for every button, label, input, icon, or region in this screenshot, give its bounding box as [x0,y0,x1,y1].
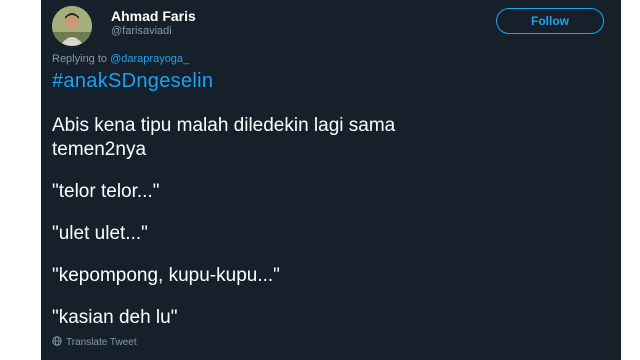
reply-mention-link[interactable]: @daraprayoga_ [110,53,189,65]
translate-label: Translate Tweet [66,337,137,348]
replying-prefix: Replying to [52,53,108,65]
translate-tweet-link[interactable]: Translate Tweet [52,336,137,349]
tweet-text-line: "telor telor..." [52,181,160,202]
tweet-text-line: "ulet ulet..." [52,223,148,244]
globe-icon [52,336,62,349]
hashtag-link[interactable]: #anakSDngeselin [52,70,213,93]
tweet-text-line: temen2nya [52,139,147,160]
avatar[interactable] [52,6,92,46]
tweet-card: Ahmad Faris @farisaviadi Follow Replying… [41,0,621,360]
follow-button[interactable]: Follow [496,8,604,34]
author-name[interactable]: Ahmad Faris [111,8,196,24]
replying-to: Replying to @daraprayoga_ [52,53,189,65]
author-handle[interactable]: @farisaviadi [111,25,172,37]
tweet-text-line: "kasian deh lu" [52,307,178,328]
tweet-text-line: Abis kena tipu malah diledekin lagi sama [52,115,396,136]
tweet-text-line: "kepompong, kupu-kupu..." [52,265,280,286]
